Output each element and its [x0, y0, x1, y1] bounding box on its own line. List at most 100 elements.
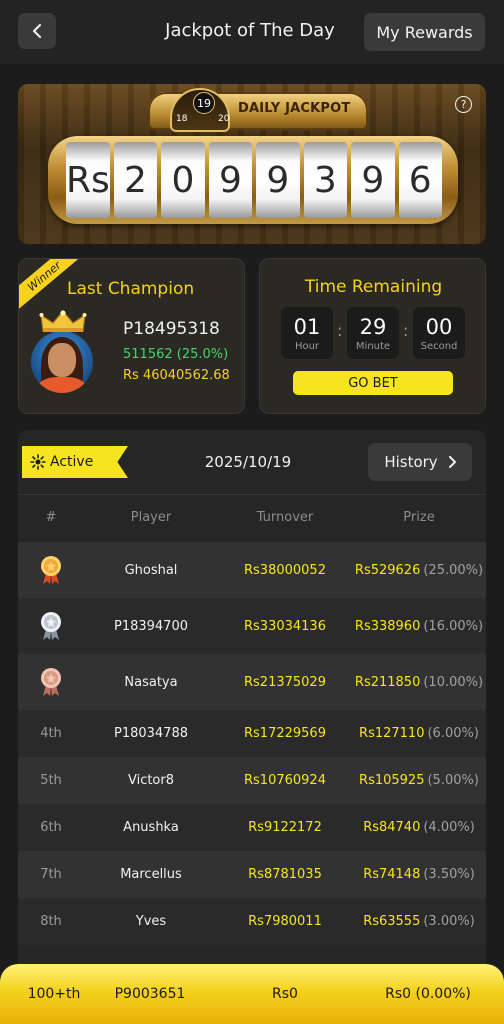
table-row: 6th Anushka Rs9122172 Rs84740 (4.00%) [18, 804, 486, 851]
column-rank: # [45, 510, 57, 525]
table-row: P18394700 Rs33034136 Rs338960 (16.00%) [18, 598, 486, 654]
row-prize-amount: Rs338960 [354, 618, 421, 634]
crown-icon [39, 310, 87, 332]
dial-current-day: 19 [193, 92, 215, 114]
row-prize-amount: Rs84740 [363, 820, 421, 835]
row-prize: Rs105925 (5.00%) [352, 757, 486, 804]
table-row: 7th Marcellus Rs8781035 Rs74148 (3.50%) [18, 851, 486, 898]
row-player: Anushka [123, 820, 179, 835]
row-turnover: Rs33034136 [244, 618, 326, 634]
row-prize-amount: Rs127110 [359, 726, 425, 741]
last-champion-card: Winner Last Champion P18495318 511562 (2… [18, 258, 245, 414]
hour-value: 01 [293, 315, 321, 339]
avatar [31, 331, 93, 393]
champion-player-id: P18495318 [123, 319, 220, 339]
row-rank [18, 542, 84, 598]
my-prize: Rs0 (0.00%) [385, 986, 471, 1002]
status-badge: Active [22, 446, 128, 478]
time-remaining-card: Time Remaining 01 Hour : 29 Minute : 00 … [259, 258, 486, 414]
row-turnover: Rs17229569 [244, 726, 326, 741]
second-value: 00 [425, 315, 453, 339]
reel-digit: 9 [351, 142, 395, 218]
reel-digit: 0 [161, 142, 205, 218]
board-date: 2025/10/19 [204, 453, 292, 471]
time-remaining-title: Time Remaining [304, 277, 443, 297]
row-prize: Rs63555 (3.00%) [352, 898, 486, 945]
hour-box: 01 Hour [281, 307, 333, 359]
table-row: Nasatya Rs21375029 Rs211850 (10.00%) [18, 654, 486, 710]
my-turnover: Rs0 [272, 986, 298, 1002]
column-turnover: Turnover [256, 510, 314, 525]
table-row: 4th P18034788 Rs17229569 Rs127110 (6.00%) [18, 710, 486, 757]
minute-box: 29 Minute [347, 307, 399, 359]
history-label: History [384, 453, 438, 471]
history-button[interactable]: History [368, 443, 472, 481]
row-prize: Rs127110 (6.00%) [352, 710, 486, 757]
row-turnover: Rs21375029 [244, 674, 326, 690]
reel-digit: 2 [113, 142, 158, 218]
champion-stat: 511562 (25.0%) [123, 347, 229, 362]
reel-digit: 6 [398, 142, 442, 218]
column-prize: Prize [403, 510, 435, 525]
dial-prev-day: 18 [176, 114, 188, 124]
row-prize: Rs211850 (10.00%) [352, 654, 486, 710]
row-prize-percent: (10.00%) [423, 674, 484, 690]
row-prize-percent: (3.00%) [423, 914, 475, 929]
table-row: 5th Victor8 Rs10760924 Rs105925 (5.00%) [18, 757, 486, 804]
champion-amount: Rs 46040562.68 [123, 368, 230, 383]
row-player: Nasatya [124, 674, 178, 690]
row-rank: 7th [40, 867, 62, 882]
back-button[interactable] [18, 13, 56, 49]
time-separator: : [337, 321, 343, 340]
dial-next-day: 20 [218, 114, 230, 124]
silver-medal-icon [41, 612, 61, 640]
my-rank: 100+th [27, 986, 81, 1002]
jackpot-reels: Rs 2 0 9 9 3 9 6 [66, 142, 442, 218]
row-player: Marcellus [120, 867, 182, 882]
gold-medal-icon [41, 556, 61, 584]
back-arrow-icon [32, 23, 42, 39]
row-turnover: Rs38000052 [244, 562, 326, 578]
time-separator: : [403, 321, 409, 340]
go-bet-button[interactable]: GO BET [293, 371, 453, 395]
row-prize-amount: Rs529626 [354, 562, 421, 578]
my-rewards-button[interactable]: My Rewards [364, 13, 485, 51]
row-prize: Rs74148 (3.50%) [352, 851, 486, 898]
reel-digit: 3 [303, 142, 348, 218]
row-prize-percent: (25.00%) [423, 562, 484, 578]
row-turnover: Rs10760924 [244, 773, 326, 788]
row-player: Victor8 [127, 773, 175, 788]
row-prize-amount: Rs74148 [363, 867, 421, 882]
avatar-face [48, 343, 76, 377]
row-prize: Rs338960 (16.00%) [352, 598, 486, 654]
jackpot-label: DAILY JACKPOT [238, 101, 351, 116]
row-prize-percent: (3.50%) [423, 867, 475, 882]
row-player: Yves [135, 914, 167, 929]
avatar-body [37, 377, 87, 393]
chevron-right-icon [448, 456, 456, 468]
leaderboard-rows: Ghoshal Rs38000052 Rs529626 (25.00%) P183947… [18, 542, 486, 945]
champion-title: Last Champion [67, 279, 195, 299]
row-player: Ghoshal [124, 562, 178, 578]
leaderboard: Active 2025/10/19 History # Player Turno… [18, 430, 486, 1024]
row-turnover: Rs9122172 [248, 820, 322, 835]
reel-digit: 9 [256, 142, 300, 218]
active-sun-icon [30, 454, 46, 470]
row-rank [18, 598, 84, 654]
divider [18, 494, 486, 495]
row-rank: 5th [40, 773, 62, 788]
help-icon[interactable]: ? [455, 96, 472, 113]
hour-label: Hour [294, 341, 320, 352]
row-turnover: Rs7980011 [248, 914, 322, 929]
table-row: 8th Yves Rs7980011 Rs63555 (3.00%) [18, 898, 486, 945]
row-player: P18034788 [113, 726, 188, 741]
row-prize-percent: (6.00%) [427, 726, 479, 741]
row-prize-amount: Rs211850 [354, 674, 421, 690]
row-rank: 6th [40, 820, 62, 835]
row-rank: 8th [40, 914, 62, 929]
top-bar: Jackpot of The Day My Rewards [0, 0, 504, 64]
page-title: Jackpot of The Day [165, 20, 335, 41]
row-prize: Rs529626 (25.00%) [352, 542, 486, 598]
my-rank-bar: 100+th P9003651 Rs0 Rs0 (0.00%) [0, 964, 504, 1024]
row-prize-percent: (5.00%) [427, 773, 479, 788]
